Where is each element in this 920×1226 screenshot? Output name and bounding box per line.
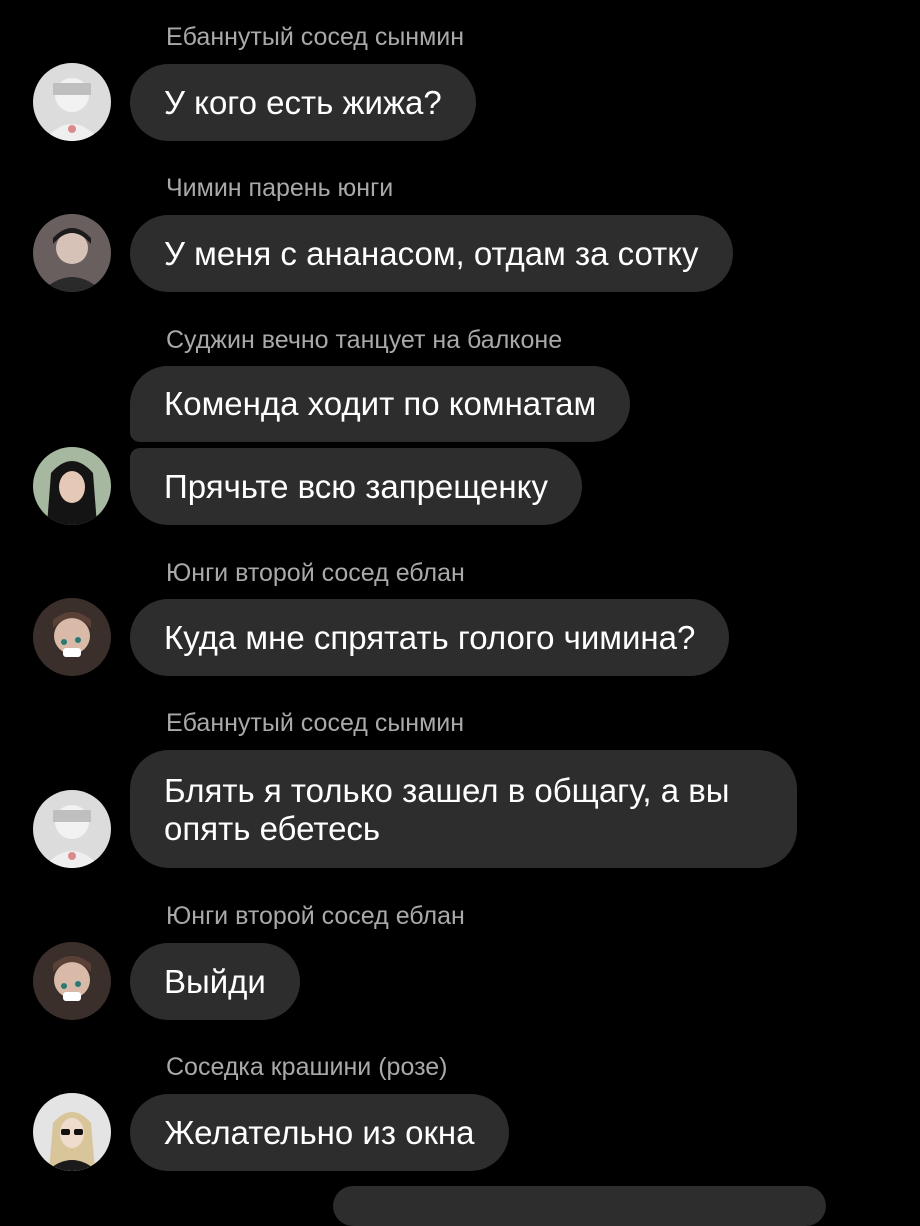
avatar-yoongi[interactable] — [33, 942, 111, 1020]
avatar-image — [33, 447, 111, 525]
message-text: У меня с ананасом, отдам за сотку — [164, 234, 699, 272]
message-bubble[interactable]: Желательно из окна — [130, 1094, 509, 1171]
message-text: Выйди — [164, 962, 266, 1000]
avatar-yoongi[interactable] — [33, 598, 111, 676]
message-bubble-partial[interactable] — [333, 1186, 826, 1226]
sender-name: Ебаннутый сосед сынмин — [166, 23, 465, 51]
avatar-jimin[interactable] — [33, 214, 111, 292]
sender-name: Юнги второй сосед еблан — [166, 902, 465, 930]
chat-thread[interactable]: Ебаннутый сосед сынмин У кого есть жижа?… — [0, 0, 920, 1226]
avatar-image — [33, 942, 111, 1020]
message-text: Прячьте всю запрещенку — [164, 467, 548, 505]
avatar-image — [33, 598, 111, 676]
message-bubble[interactable]: У кого есть жижа? — [130, 64, 476, 141]
message-text: У кого есть жижа? — [164, 83, 442, 121]
message-bubble[interactable]: Выйди — [130, 943, 300, 1020]
avatar-image — [33, 790, 111, 868]
sender-name: Соседка крашини (розе) — [166, 1053, 448, 1081]
message-bubble[interactable]: Куда мне спрятать голого чимина? — [130, 599, 730, 676]
sender-name: Ебаннутый сосед сынмин — [166, 709, 465, 737]
avatar-seungmin[interactable] — [33, 63, 111, 141]
message-text: Куда мне спрятать голого чимина? — [164, 618, 696, 656]
message-bubble[interactable]: Прячьте всю запрещенку — [130, 448, 582, 525]
message-text: Коменда ходит по комнатам — [164, 385, 597, 422]
avatar-seungmin[interactable] — [33, 790, 111, 868]
message-bubble[interactable]: Блять я только зашел в общагу, а вы опят… — [130, 750, 797, 868]
sender-name: Суджин вечно танцует на балконе — [166, 326, 563, 354]
sender-name: Юнги второй сосед еблан — [166, 559, 465, 587]
avatar-image — [33, 1093, 111, 1171]
sender-name: Чимин парень юнги — [166, 174, 394, 202]
message-text: Блять я только зашел в общагу, а вы опят… — [164, 772, 730, 847]
message-bubble[interactable]: У меня с ананасом, отдам за сотку — [130, 215, 733, 292]
avatar-image — [33, 214, 111, 292]
message-text: Желательно из окна — [164, 1113, 475, 1151]
avatar-sujin[interactable] — [33, 447, 111, 525]
message-bubble[interactable]: Коменда ходит по комнатам — [130, 366, 631, 442]
avatar-rose[interactable] — [33, 1093, 111, 1171]
avatar-image — [33, 63, 111, 141]
